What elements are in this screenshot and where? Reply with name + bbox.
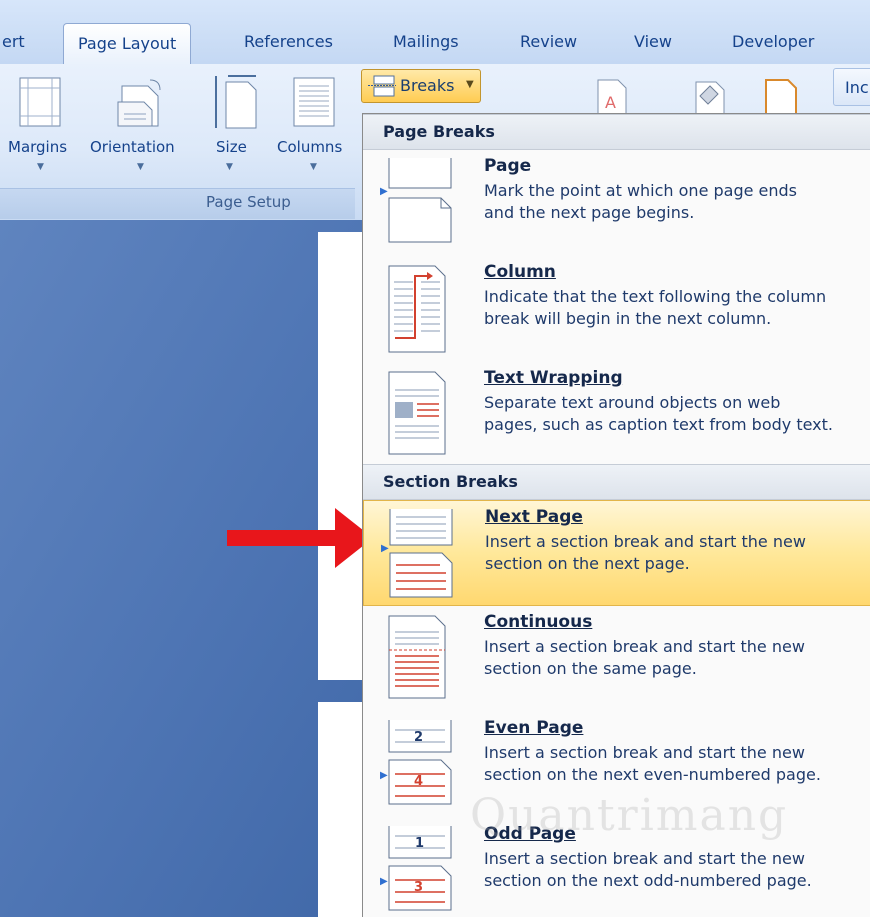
orientation-dropdown-icon[interactable]: ▼ (137, 162, 144, 172)
even-icon-number-bottom: 4 (414, 774, 423, 789)
odd-page-pointer-icon: ▶ (380, 876, 388, 887)
menu-item-text-wrapping[interactable]: Text Wrapping Separate text around objec… (363, 362, 870, 468)
columns-icon[interactable] (290, 76, 338, 128)
watermark: Quantrimang (470, 790, 789, 841)
document-page[interactable] (318, 232, 364, 680)
margins-button[interactable]: Margins (8, 138, 67, 156)
odd-page-break-icon: 1 3 (388, 826, 452, 911)
odd-icon-number-top: 1 (415, 836, 424, 851)
menu-item-page[interactable]: ▶ Page Mark the point at which one page … (363, 150, 870, 256)
size-icon[interactable] (212, 74, 260, 130)
menu-item-next-page[interactable]: ▶ Next Page Insert a section break and s… (363, 500, 870, 606)
page-pointer-icon: ▶ (380, 186, 388, 197)
red-arrow-icon (227, 508, 373, 568)
tab-references[interactable]: References (244, 32, 333, 51)
breaks-icon (368, 75, 396, 97)
page-break-icon (388, 158, 452, 243)
tab-insert[interactable]: ert (2, 32, 25, 51)
orientation-button[interactable]: Orientation (90, 138, 175, 156)
menu-item-continuous[interactable]: Continuous Insert a section break and st… (363, 606, 870, 712)
ribbon-tab-bar: ert Page Layout References Mailings Revi… (0, 0, 870, 65)
next-page-pointer-icon: ▶ (381, 543, 389, 554)
word-window: ert Page Layout References Mailings Revi… (0, 0, 870, 917)
column-break-icon (388, 265, 446, 353)
breaks-button[interactable]: Breaks ▼ (361, 69, 481, 103)
tab-review[interactable]: Review (520, 32, 577, 51)
orientation-icon[interactable] (116, 76, 166, 128)
even-page-break-icon: 2 4 (388, 720, 452, 805)
document-page-next[interactable] (318, 702, 364, 917)
tab-page-layout[interactable]: Page Layout (63, 23, 192, 65)
indent-label: Inc (845, 78, 869, 97)
continuous-break-icon (388, 615, 446, 699)
columns-dropdown-icon[interactable]: ▼ (310, 162, 317, 172)
page-color-icon[interactable] (690, 76, 730, 118)
menu-item-column[interactable]: Column Indicate that the text following … (363, 256, 870, 362)
even-icon-number-top: 2 (414, 730, 423, 745)
even-page-pointer-icon: ▶ (380, 770, 388, 781)
size-dropdown-icon[interactable]: ▼ (226, 162, 233, 172)
watermark-icon[interactable]: A (596, 78, 628, 118)
svg-text:A: A (605, 93, 616, 112)
next-page-break-icon (389, 509, 453, 598)
tab-developer[interactable]: Developer (732, 32, 814, 51)
breaks-dropdown-icon: ▼ (466, 79, 474, 90)
tab-view[interactable]: View (634, 32, 672, 51)
tab-mailings[interactable]: Mailings (393, 32, 459, 51)
page-borders-icon[interactable] (762, 76, 800, 118)
page-setup-group-label: Page Setup (0, 188, 355, 219)
section-breaks-header: Section Breaks (363, 464, 870, 500)
margins-dropdown-icon[interactable]: ▼ (37, 162, 44, 172)
size-button[interactable]: Size (216, 138, 247, 156)
margins-icon[interactable] (14, 76, 66, 128)
odd-icon-number-bottom: 3 (414, 880, 423, 895)
page-breaks-header: Page Breaks (363, 114, 870, 150)
columns-button[interactable]: Columns (277, 138, 342, 156)
text-wrapping-break-icon (388, 371, 446, 455)
